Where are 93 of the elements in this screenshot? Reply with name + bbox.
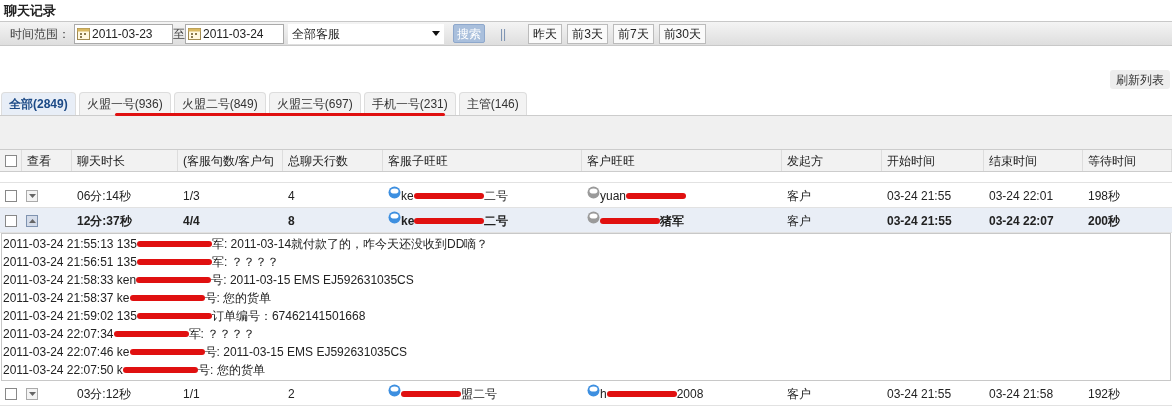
- caret-icon: [28, 218, 36, 223]
- table-cell-text: 198秒: [1088, 187, 1121, 205]
- page-title: 聊天记录: [4, 1, 56, 20]
- redaction-mark: [414, 217, 485, 224]
- username-text: 二号: [484, 212, 509, 230]
- username-text: 2008: [676, 385, 704, 403]
- table-cell-text: 192秒: [1088, 385, 1121, 403]
- date-range-button[interactable]: 昨天: [528, 23, 563, 44]
- start-date-field[interactable]: 2011-03-23: [74, 23, 173, 44]
- table-cell-text: 2: [288, 385, 295, 403]
- chat-message: 军: ？？？？: [211, 254, 279, 271]
- column-header[interactable]: 开始时间: [887, 151, 935, 170]
- chat-message: 军: 2011-03-14就付款了的，咋今天还没收到DD嘀？: [211, 236, 489, 253]
- column-header[interactable]: 聊天时长: [77, 151, 125, 170]
- row-checkbox[interactable]: [5, 214, 17, 227]
- username-text: 盟二号: [461, 385, 497, 403]
- separator-mark: ||: [500, 25, 507, 43]
- column-header[interactable]: 总聊天行数: [288, 151, 348, 170]
- expand-toggle[interactable]: [26, 387, 38, 400]
- column-header[interactable]: 查看: [27, 151, 51, 170]
- chat-message: 2011-03-24 22:07:34: [3, 326, 114, 343]
- username-text: ke: [401, 187, 414, 205]
- table-cell-text: 03分:12秒: [77, 385, 132, 403]
- chat-message: 号: 您的货单: [197, 362, 265, 379]
- username-text: 二号: [483, 187, 508, 205]
- column-header[interactable]: 等待时间: [1088, 151, 1136, 170]
- chat-message: 2011-03-24 21:58:37 ke: [3, 290, 130, 307]
- time-range-label: 时间范围：: [10, 25, 70, 43]
- username-text: h: [600, 385, 607, 403]
- agent-dropdown[interactable]: 全部客服: [288, 23, 444, 44]
- table-cell-text: 200秒: [1088, 212, 1121, 230]
- expand-toggle[interactable]: [26, 214, 38, 227]
- table-cell-text: 8: [288, 212, 295, 230]
- chat-message: 2011-03-24 21:58:33 ken: [3, 272, 137, 289]
- table-cell-text: 1/3: [183, 187, 200, 205]
- table-cell-text: 03-24 21:55: [887, 385, 952, 403]
- column-header[interactable]: 结束时间: [989, 151, 1037, 170]
- chat-message: 2011-03-24 22:07:50 k: [3, 362, 123, 379]
- date-range-button[interactable]: 前3天: [567, 23, 608, 44]
- refresh-list-button[interactable]: 刷新列表: [1110, 70, 1170, 89]
- dropdown-arrow-icon: [432, 31, 440, 36]
- column-header[interactable]: (客服句数/客户句: [183, 151, 275, 170]
- tab[interactable]: 手机一号(231): [363, 92, 456, 115]
- username-text: 猪军: [660, 212, 684, 230]
- redaction-mark: [626, 192, 687, 199]
- tab[interactable]: 火盟一号(936): [78, 92, 171, 115]
- chat-message: 号: 2011-03-15 EMS EJ592631035CS: [211, 272, 414, 289]
- chat-message: 军: ？？？？: [188, 326, 256, 343]
- table-cell-text: 4: [288, 187, 295, 205]
- chat-message: 2011-03-24 21:56:51 135: [3, 254, 137, 271]
- redaction-mark: [600, 217, 660, 224]
- table-cell-text: 客户: [787, 187, 811, 205]
- chat-message: 号: 您的货单: [204, 290, 272, 307]
- chat-message: 2011-03-24 21:59:02 135: [3, 308, 137, 325]
- table-cell-text: 12分:37秒: [77, 212, 132, 230]
- column-header[interactable]: 发起方: [787, 151, 823, 170]
- chat-message: 2011-03-24 21:55:13 135: [3, 236, 137, 253]
- select-all-checkbox[interactable]: [4, 154, 17, 167]
- date-range-button[interactable]: 前30天: [658, 23, 706, 44]
- table-cell-text: 1/1: [183, 385, 200, 403]
- end-date-field[interactable]: 2011-03-24: [185, 23, 284, 44]
- table-cell-text: 03-24 21:55: [887, 187, 952, 205]
- redaction-mark: [413, 192, 484, 199]
- table-cell-text: 客户: [787, 212, 811, 230]
- to-label: 至: [173, 25, 185, 43]
- chat-message: 2011-03-24 22:07:46 ke: [3, 344, 130, 361]
- row-checkbox[interactable]: [5, 387, 17, 400]
- username-text: yuan: [600, 187, 627, 205]
- redaction-mark: [606, 390, 677, 397]
- calendar-icon[interactable]: [188, 27, 201, 40]
- tab[interactable]: 火盟二号(849): [173, 92, 266, 115]
- table-cell-text: 客户: [787, 385, 811, 403]
- tab[interactable]: 全部(2849): [1, 92, 76, 115]
- table-cell-text: 03-24 22:07: [989, 212, 1054, 230]
- table-cell-text: 03-24 21:55: [887, 212, 952, 230]
- column-header[interactable]: 客服子旺旺: [388, 151, 448, 170]
- expand-toggle[interactable]: [26, 189, 38, 202]
- table-cell-text: 06分:14秒: [77, 187, 132, 205]
- chat-message: 订单编号：67462141501668: [211, 308, 366, 325]
- column-header[interactable]: 客户旺旺: [587, 151, 635, 170]
- redaction-mark: [401, 390, 461, 397]
- table-cell-text: 4/4: [183, 212, 200, 230]
- calendar-icon[interactable]: [77, 27, 90, 40]
- tab[interactable]: 主管(146): [458, 92, 527, 115]
- row-checkbox[interactable]: [5, 189, 17, 202]
- caret-icon: [28, 193, 36, 198]
- caret-icon: [28, 391, 36, 396]
- username-text: ke: [401, 212, 415, 230]
- tab[interactable]: 火盟三号(697): [268, 92, 361, 115]
- chat-message: 号: 2011-03-15 EMS EJ592631035CS: [204, 344, 408, 361]
- date-range-button[interactable]: 前7天: [612, 23, 654, 44]
- table-cell-text: 03-24 21:58: [989, 385, 1054, 403]
- table-cell-text: 03-24 22:01: [989, 187, 1054, 205]
